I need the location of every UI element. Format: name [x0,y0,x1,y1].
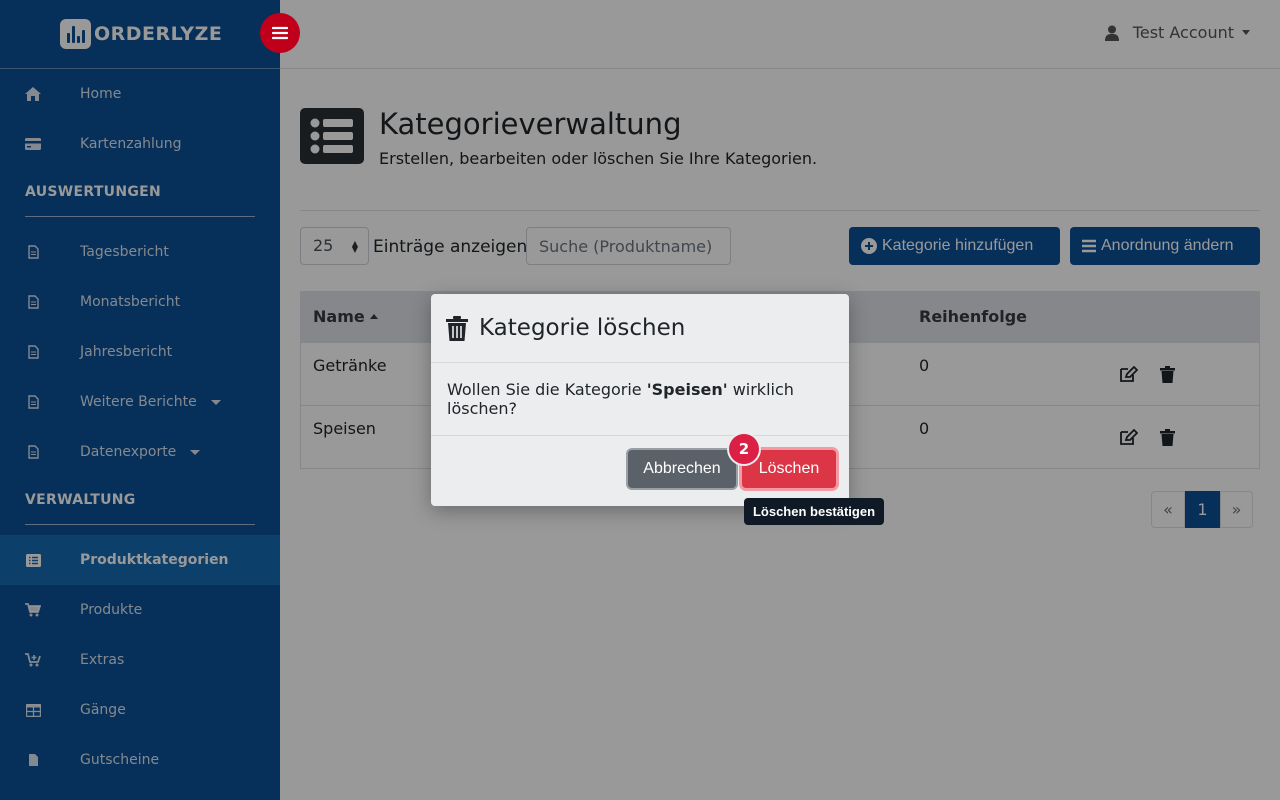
modal-text-prefix: Wollen Sie die Kategorie [447,380,647,399]
modal-footer: Abbrechen Löschen [431,436,849,506]
hamburger-icon [272,26,288,40]
modal-category-name: 'Speisen' [646,380,728,399]
cancel-button[interactable]: Abbrechen [628,450,736,488]
tooltip: Löschen bestätigen [744,498,884,525]
delete-category-dialog: Kategorie löschen Wollen Sie die Kategor… [431,294,849,506]
modal-header: Kategorie löschen [431,294,849,363]
step-badge: 2 [729,434,759,464]
menu-toggle-button[interactable] [260,13,300,53]
modal-title: Kategorie löschen [479,315,686,341]
modal-body: Wollen Sie die Kategorie 'Speisen' wirkl… [431,363,849,436]
trash-icon [446,315,468,341]
